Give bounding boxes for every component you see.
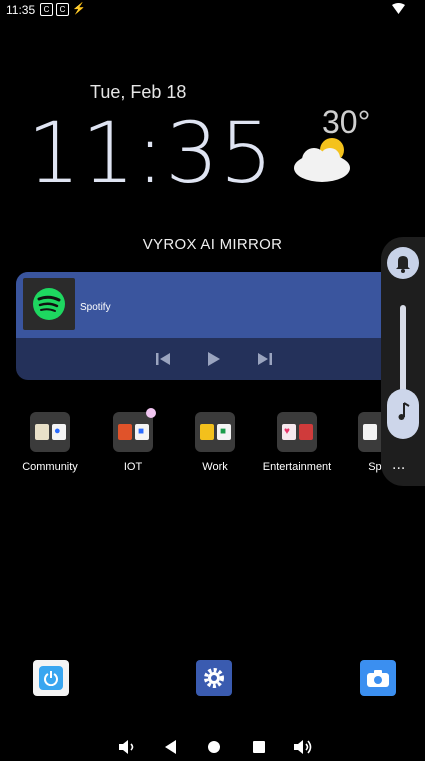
cast-icon: ⚡: [72, 3, 86, 15]
date-label: Tue, Feb 18: [90, 82, 187, 102]
app-folder-entertainment[interactable]: ♥ Entertainment: [262, 412, 332, 473]
settings-app-icon[interactable]: [196, 660, 232, 696]
partly-cloudy-icon: [294, 138, 350, 182]
media-card[interactable]: Spotify: [16, 272, 394, 380]
volume-slider-thumb[interactable]: [387, 389, 419, 439]
notification-dot: [146, 408, 156, 418]
media-app-label: Spotify: [80, 302, 111, 313]
camera-icon: [367, 670, 389, 687]
app-folder-label: Work: [202, 461, 228, 473]
next-icon[interactable]: [256, 350, 274, 368]
volume-panel: ...: [381, 237, 425, 486]
bell-icon: [396, 256, 410, 273]
gear-icon: [204, 668, 224, 688]
app-folder-label: Entertainment: [262, 461, 332, 473]
folder-icon: ♥: [277, 412, 317, 452]
power-icon: [44, 671, 58, 686]
clock-time: 11:35: [27, 104, 275, 202]
app-folder-work[interactable]: ■ Work: [180, 412, 250, 473]
ringer-button[interactable]: [387, 247, 419, 279]
power-app-icon[interactable]: [33, 660, 69, 696]
notification-icon: C: [40, 3, 53, 16]
folder-icon: ●: [30, 412, 70, 452]
folder-icon: ■: [195, 412, 235, 452]
music-note-icon: [398, 402, 410, 420]
volume-more-button[interactable]: ...: [392, 456, 405, 474]
home-icon[interactable]: [203, 736, 225, 758]
back-icon[interactable]: [160, 736, 182, 758]
album-art: [23, 278, 75, 330]
brand-title: VYROX AI MIRROR: [142, 236, 283, 253]
app-folder-community[interactable]: ● Community: [15, 412, 85, 473]
notification-icon: C: [56, 3, 69, 16]
previous-icon[interactable]: [154, 350, 172, 368]
app-folder-iot[interactable]: ■ IOT: [98, 408, 168, 473]
camera-app-icon[interactable]: [360, 660, 396, 696]
status-time: 11:35: [6, 3, 36, 17]
wifi-icon: [392, 3, 405, 14]
volume-up-icon[interactable]: [292, 736, 314, 758]
spotify-icon: [33, 288, 65, 320]
status-bar: 11:35 C C ⚡: [0, 0, 425, 20]
app-folder-label: Community: [22, 461, 78, 473]
folder-icon: ■: [113, 412, 153, 452]
play-icon[interactable]: [204, 350, 222, 368]
app-folder-label: IOT: [123, 461, 143, 473]
volume-down-icon[interactable]: [116, 736, 138, 758]
recents-icon[interactable]: [248, 736, 270, 758]
